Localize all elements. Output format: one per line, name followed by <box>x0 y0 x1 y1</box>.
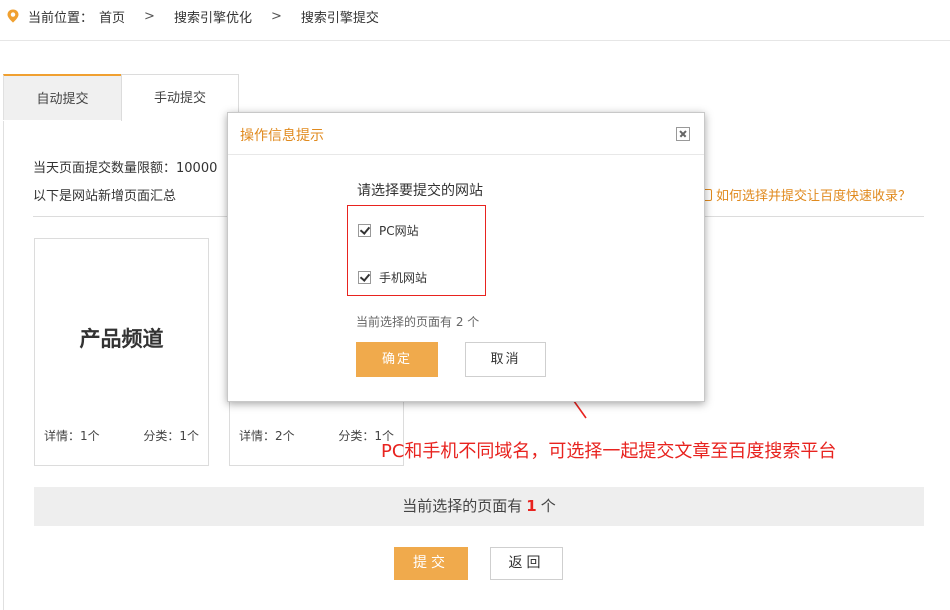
help-link[interactable]: 如何选择并提交让百度快速收录？ <box>700 185 911 204</box>
site-choice-group: PC网站 手机网站 <box>347 205 486 296</box>
help-link-label: 如何选择并提交让百度快速收录？ <box>716 189 912 204</box>
breadcrumb-separator: > <box>270 8 282 24</box>
card-detail-count: 详情：1个 <box>44 429 100 443</box>
mobile-site-option[interactable]: 手机网站 <box>358 269 427 286</box>
cancel-button[interactable]: 取消 <box>465 342 546 377</box>
breadcrumb-divider <box>0 40 950 41</box>
breadcrumb-home[interactable]: 首页 <box>99 7 125 26</box>
pc-site-option[interactable]: PC网站 <box>358 222 419 239</box>
modal-title: 操作信息提示 <box>240 128 324 144</box>
new-pages-summary: 以下是网站新增页面汇总 <box>33 189 177 204</box>
info-modal: 操作信息提示 请选择要提交的网站 PC网站 手机网站 当前选择的页面有 2 个 … <box>227 112 705 402</box>
pc-site-label: PC网站 <box>379 224 419 238</box>
selection-count: 1 <box>526 497 537 515</box>
annotation-text: PC和手机不同域名，可选择一起提交文章至百度搜索平台 <box>381 441 837 462</box>
channel-card-product[interactable]: 产品频道 详情：1个 分类：1个 <box>34 238 209 466</box>
breadcrumb: 当前位置： 首页 > 搜索引擎优化 > 搜索引擎提交 <box>6 6 379 26</box>
submit-button[interactable]: 提交 <box>394 547 468 580</box>
breadcrumb-prefix: 当前位置： <box>28 10 94 26</box>
modal-selection-count: 当前选择的页面有 2 个 <box>356 315 480 329</box>
breadcrumb-seo[interactable]: 搜索引擎优化 <box>174 7 252 26</box>
modal-header: 操作信息提示 <box>228 113 704 155</box>
card-category-count: 分类：1个 <box>143 429 199 443</box>
back-button[interactable]: 返回 <box>490 547 563 580</box>
tab-manual-submit[interactable]: 手动提交 <box>121 74 239 121</box>
mobile-site-label: 手机网站 <box>379 271 428 285</box>
selection-summary-bar: 当前选择的页面有 1 个 <box>34 487 924 526</box>
breadcrumb-submit: 搜索引擎提交 <box>300 10 379 26</box>
confirm-button[interactable]: 确定 <box>356 342 438 377</box>
selection-suffix: 个 <box>540 497 556 515</box>
breadcrumb-separator: > <box>144 8 155 24</box>
close-icon[interactable] <box>676 127 690 141</box>
tab-auto-submit[interactable]: 自动提交 <box>3 74 121 120</box>
pc-site-checkbox[interactable] <box>358 224 371 237</box>
location-pin-icon <box>7 9 19 23</box>
card-detail-count: 详情：2个 <box>239 429 295 443</box>
mobile-site-checkbox[interactable] <box>358 271 371 284</box>
card-title: 产品频道 <box>79 327 164 351</box>
daily-limit-text: 当天页面提交数量限额：10000 <box>33 161 218 176</box>
selection-prefix: 当前选择的页面有 <box>402 497 523 515</box>
modal-prompt: 请选择要提交的网站 <box>357 183 483 199</box>
